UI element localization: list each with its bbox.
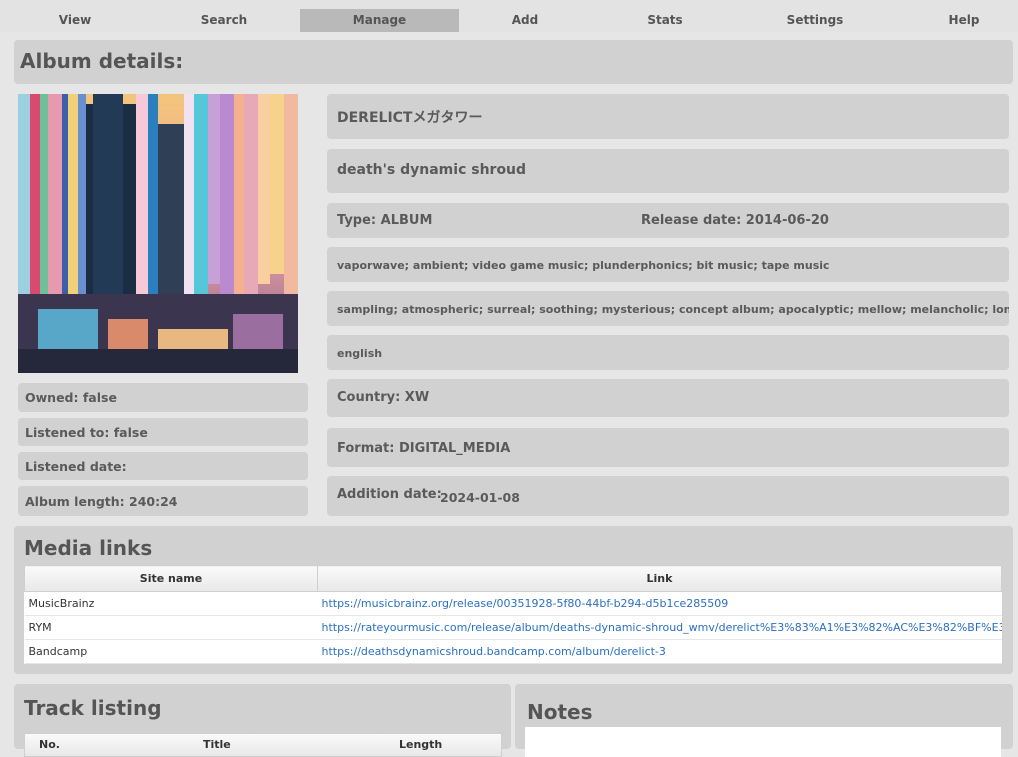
album-format: Format: DIGITAL_MEDIA <box>327 428 1009 467</box>
page-title-bar: Album details: <box>14 40 1013 84</box>
listened-date: Listened date: <box>18 452 308 480</box>
media-links-table: Site name Link MusicBrainz https://music… <box>24 565 1002 664</box>
table-row[interactable]: Bandcamp https://deathsdynamicshroud.ban… <box>24 639 1002 664</box>
track-listing-heading: Track listing <box>24 696 162 720</box>
album-genres: vaporwave; ambient; video game music; pl… <box>327 247 1009 282</box>
notes-heading: Notes <box>527 700 593 724</box>
owned-status: Owned: false <box>18 383 308 412</box>
table-row[interactable]: MusicBrainz https://musicbrainz.org/rele… <box>24 591 1002 616</box>
tab-view[interactable]: View <box>40 9 110 32</box>
table-row[interactable]: RYM https://rateyourmusic.com/release/al… <box>24 615 1002 640</box>
album-type: Type: ALBUM <box>337 213 433 228</box>
page-title: Album details: <box>20 49 184 73</box>
album-type-release: Type: ALBUM Release date: 2014-06-20 <box>327 203 1009 238</box>
table-header-row: Site name Link <box>24 565 1002 592</box>
media-link[interactable]: https://rateyourmusic.com/release/album/… <box>322 621 1002 634</box>
site-name-cell: RYM <box>24 615 318 640</box>
column-link[interactable]: Link <box>317 565 1002 592</box>
track-table-header: No. Title Length <box>24 733 502 757</box>
tab-search[interactable]: Search <box>189 9 259 32</box>
addition-date-label: Addition date: <box>337 487 442 502</box>
media-link[interactable]: https://musicbrainz.org/release/00351928… <box>322 597 729 610</box>
album-descriptors: sampling; atmospheric; surreal; soothing… <box>327 291 1009 326</box>
site-name-cell: MusicBrainz <box>24 591 318 616</box>
addition-date-value: 2024-01-08 <box>440 490 520 505</box>
top-nav: View Search Manage Add Stats Settings He… <box>0 0 1018 32</box>
tab-add[interactable]: Add <box>490 9 560 32</box>
release-date: Release date: 2014-06-20 <box>641 213 829 228</box>
column-site-name[interactable]: Site name <box>24 565 318 592</box>
column-track-no[interactable]: No. <box>39 738 60 751</box>
album-cover-image <box>18 94 298 373</box>
media-link[interactable]: https://deathsdynamicshroud.bandcamp.com… <box>322 645 666 658</box>
tab-settings[interactable]: Settings <box>780 9 850 32</box>
site-name-cell: Bandcamp <box>24 639 318 664</box>
addition-date: Addition date: 2024-01-08 <box>327 476 1009 516</box>
album-language: english <box>327 335 1009 370</box>
column-track-title[interactable]: Title <box>203 738 231 751</box>
media-links-heading: Media links <box>24 536 153 560</box>
tab-stats[interactable]: Stats <box>630 9 700 32</box>
notes-textarea[interactable] <box>525 727 1001 757</box>
tab-manage[interactable]: Manage <box>300 9 459 32</box>
tab-help[interactable]: Help <box>929 9 999 32</box>
album-country: Country: XW <box>327 379 1009 417</box>
album-length: Album length: 240:24 <box>18 486 308 516</box>
album-title: death's dynamic shroud <box>327 149 1009 193</box>
column-track-length[interactable]: Length <box>399 738 442 751</box>
album-artist: DERELICTメガタワー <box>327 94 1009 139</box>
listened-status: Listened to: false <box>18 418 308 446</box>
